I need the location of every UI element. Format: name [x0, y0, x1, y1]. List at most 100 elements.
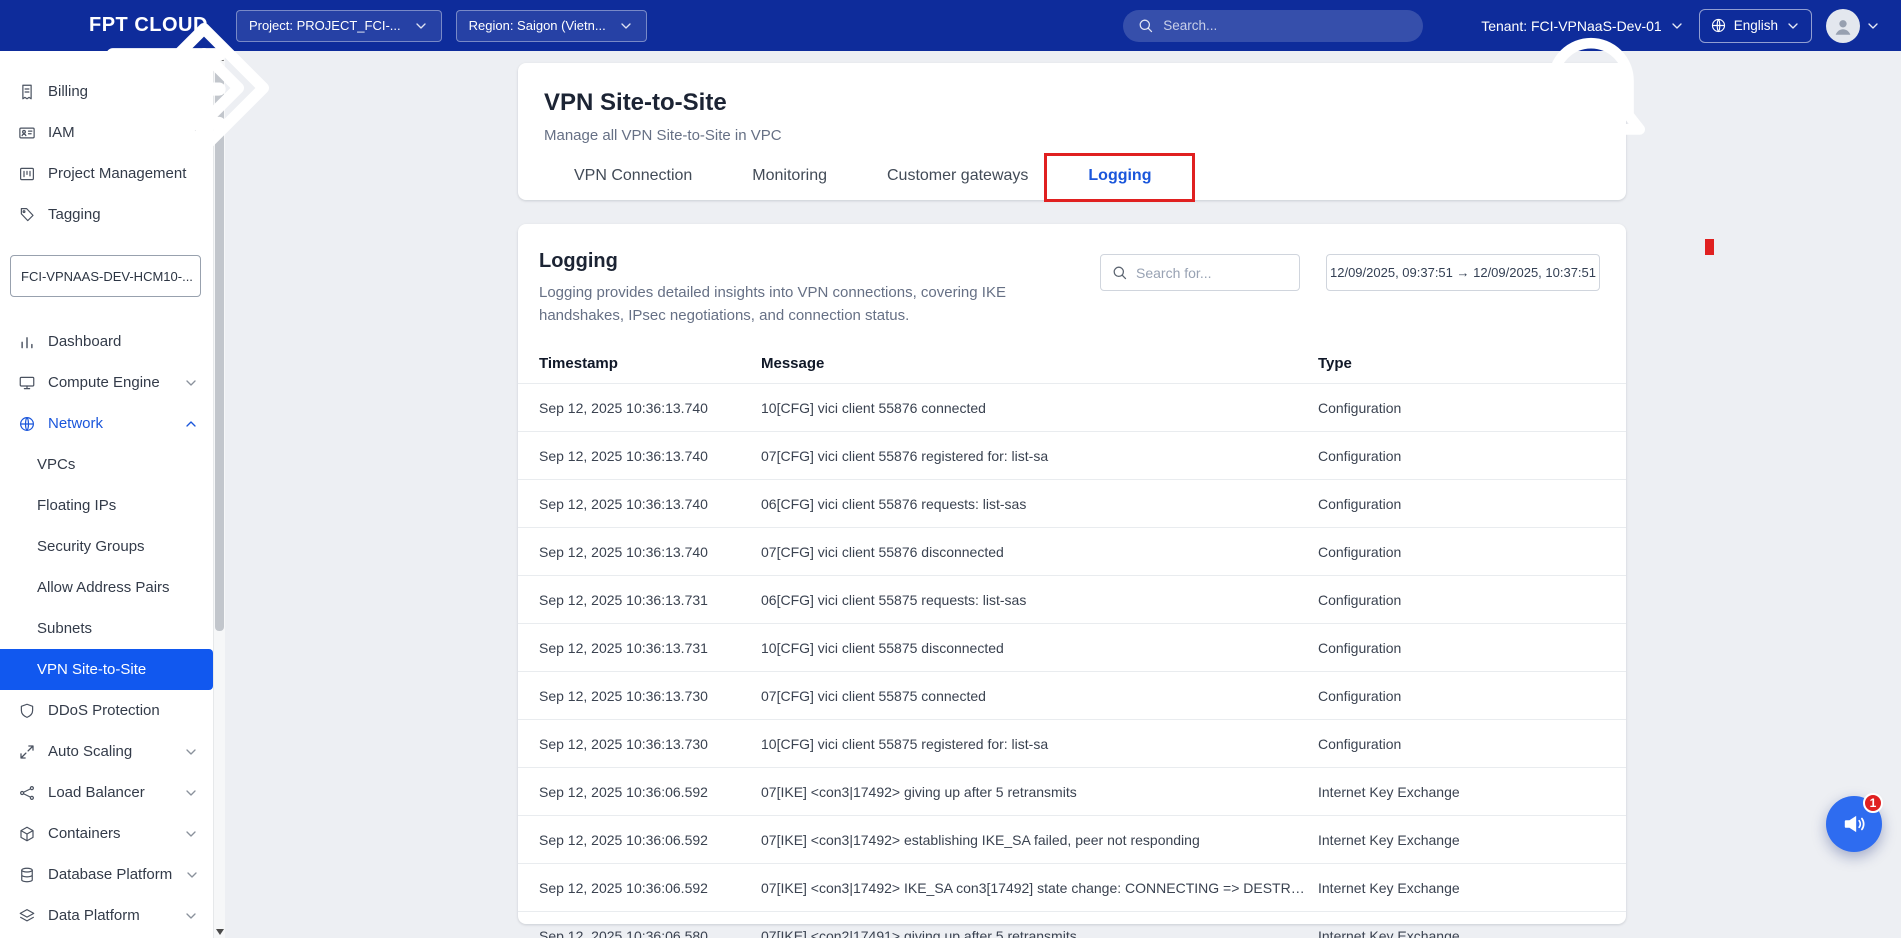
project-selector[interactable]: Project: PROJECT_FCI-...	[236, 10, 442, 42]
cell-message: 07[IKE] <con3|17492> giving up after 5 r…	[761, 784, 1318, 800]
chevron-down-icon	[413, 18, 429, 34]
cell-timestamp: Sep 12, 2025 10:36:13.730	[539, 736, 761, 752]
log-search[interactable]	[1100, 254, 1300, 291]
region-selector-label: Region: Saigon (Vietn...	[469, 18, 606, 33]
database-icon	[18, 866, 36, 884]
cell-message: 06[CFG] vici client 55876 requests: list…	[761, 496, 1318, 512]
table-row: Sep 12, 2025 10:36:06.592 07[IKE] <con3|…	[518, 815, 1626, 863]
cell-type: Configuration	[1318, 736, 1605, 752]
project-selector-label: Project: PROJECT_FCI-...	[249, 18, 401, 33]
sidebar-item-allow-address-pairs[interactable]: Allow Address Pairs	[0, 567, 213, 608]
notifications-bell-icon[interactable]	[1441, 15, 1463, 37]
sidebar-item-data-platform[interactable]: Data Platform	[0, 895, 213, 936]
kanban-icon	[18, 165, 36, 183]
global-search-input[interactable]	[1163, 18, 1409, 33]
cell-message: 07[CFG] vici client 55876 registered for…	[761, 448, 1318, 464]
sidebar-nav: Billing IAM Project Management Tagging F…	[0, 51, 213, 938]
box-icon	[18, 825, 36, 843]
sidebar-item-compute-engine[interactable]: Compute Engine	[0, 362, 213, 403]
date-range-picker[interactable]: 12/09/2025, 09:37:51 → 12/09/2025, 10:37…	[1326, 254, 1600, 291]
cell-type: Configuration	[1318, 640, 1605, 656]
chevron-down-icon	[183, 826, 199, 842]
logging-card: Logging Logging provides detailed insigh…	[518, 224, 1626, 924]
cell-timestamp: Sep 12, 2025 10:36:13.740	[539, 400, 761, 416]
sidebar-scrollbar[interactable]	[213, 51, 225, 938]
sidebar-item-label: VPCs	[37, 456, 75, 473]
sidebar-item-label: Allow Address Pairs	[37, 579, 170, 596]
sidebar-item-vpn-site-to-site[interactable]: VPN Site-to-Site	[0, 649, 213, 690]
sidebar-item-label: Compute Engine	[48, 374, 160, 391]
sidebar-item-network[interactable]: Network	[0, 403, 213, 444]
top-header: FPT CLOUD Project: PROJECT_FCI-... Regio…	[0, 0, 1901, 51]
sidebar-item-database-platform[interactable]: Database Platform	[0, 854, 213, 895]
brand-logo[interactable]: FPT CLOUD	[54, 13, 208, 39]
region-selector[interactable]: Region: Saigon (Vietn...	[456, 10, 647, 42]
network-globe-icon	[18, 415, 36, 433]
table-row: Sep 12, 2025 10:36:13.731 06[CFG] vici c…	[518, 575, 1626, 623]
main-content: VPN Site-to-Site Manage all VPN Site-to-…	[225, 51, 1901, 938]
cell-type: Configuration	[1318, 592, 1605, 608]
cell-message: 07[IKE] <con3|17492> IKE_SA con3[17492] …	[761, 880, 1318, 896]
sidebar-item-auto-scaling[interactable]: Auto Scaling	[0, 731, 213, 772]
global-search[interactable]	[1123, 10, 1423, 42]
tab-vpn-connection[interactable]: VPN Connection	[544, 152, 722, 200]
brand-name: FPT CLOUD	[89, 14, 208, 37]
cell-type: Internet Key Exchange	[1318, 832, 1605, 848]
vpc-selector-dropdown[interactable]: FCI-VPNAAS-DEV-HCM10-...	[10, 255, 201, 297]
cell-type: Internet Key Exchange	[1318, 880, 1605, 896]
chevron-down-icon	[1669, 18, 1685, 34]
sidebar-item-containers[interactable]: Containers	[0, 813, 213, 854]
cell-type: Configuration	[1318, 688, 1605, 704]
tab-monitoring[interactable]: Monitoring	[722, 152, 857, 200]
fpt-cloud-logo-icon	[54, 13, 80, 39]
sidebar-item-label: Subnets	[37, 620, 92, 637]
person-icon	[1832, 16, 1854, 38]
sidebar-item-floating-ips[interactable]: Floating IPs	[0, 485, 213, 526]
sidebar-item-dashboard[interactable]: Dashboard	[0, 321, 213, 362]
sidebar-item-subnets[interactable]: Subnets	[0, 608, 213, 649]
user-avatar	[1826, 9, 1860, 43]
table-row: Sep 12, 2025 10:36:06.592 07[IKE] <con3|…	[518, 767, 1626, 815]
shield-icon	[18, 702, 36, 720]
cell-type: Internet Key Exchange	[1318, 928, 1605, 938]
sidebar-item-label: Load Balancer	[48, 784, 145, 801]
app-root: FPT CLOUD Project: PROJECT_FCI-... Regio…	[0, 0, 1901, 938]
sidebar-item-label: DDoS Protection	[48, 702, 160, 719]
tenant-selector[interactable]: Tenant: FCI-VPNaaS-Dev-01	[1481, 18, 1685, 34]
table-row: Sep 12, 2025 10:36:13.740 06[CFG] vici c…	[518, 479, 1626, 527]
sidebar-item-label: Security Groups	[37, 538, 145, 555]
table-row: Sep 12, 2025 10:36:13.730 07[CFG] vici c…	[518, 671, 1626, 719]
log-search-input[interactable]	[1136, 265, 1289, 281]
logging-title: Logging	[539, 250, 1059, 273]
tab-customer-gateways[interactable]: Customer gateways	[857, 152, 1058, 200]
annotation-marker	[1705, 239, 1714, 255]
column-header-type: Type	[1318, 355, 1605, 372]
sidebar-item-security-groups[interactable]: Security Groups	[0, 526, 213, 567]
sidebar-item-vpcs[interactable]: VPCs	[0, 444, 213, 485]
sidebar-item-load-balancer[interactable]: Load Balancer	[0, 772, 213, 813]
tag-icon	[18, 206, 36, 224]
language-selector[interactable]: English	[1699, 9, 1812, 43]
cell-timestamp: Sep 12, 2025 10:36:13.730	[539, 688, 761, 704]
cell-timestamp: Sep 12, 2025 10:36:06.580	[539, 928, 761, 938]
cell-timestamp: Sep 12, 2025 10:36:13.731	[539, 640, 761, 656]
table-row: Sep 12, 2025 10:36:06.592 07[IKE] <con3|…	[518, 863, 1626, 911]
sidebar-item-tagging[interactable]: Tagging	[0, 194, 213, 235]
hamburger-menu-icon[interactable]	[16, 14, 40, 38]
chevron-down-icon	[618, 18, 634, 34]
sidebar-item-ddos-protection[interactable]: DDoS Protection	[0, 690, 213, 731]
sidebar-item-label: Database Platform	[48, 866, 172, 883]
table-row: Sep 12, 2025 10:36:13.740 10[CFG] vici c…	[518, 383, 1626, 431]
chevron-down-icon	[183, 375, 199, 391]
share-nodes-icon	[18, 784, 36, 802]
sidebar-item-label: Floating IPs	[37, 497, 116, 514]
table-row: Sep 12, 2025 10:36:13.730 10[CFG] vici c…	[518, 719, 1626, 767]
logging-controls: 12/09/2025, 09:37:51 → 12/09/2025, 10:37…	[1100, 254, 1600, 291]
sidebar-item-label: Tagging	[48, 206, 101, 223]
announcements-fab-button[interactable]: 1	[1826, 796, 1882, 852]
tab-logging[interactable]: Logging	[1058, 152, 1181, 200]
cell-message: 07[IKE] <con2|17491> giving up after 5 r…	[761, 928, 1318, 938]
chevron-down-icon	[1865, 18, 1881, 34]
user-menu[interactable]	[1826, 9, 1881, 43]
log-table-header: Timestamp Message Type	[518, 343, 1626, 383]
